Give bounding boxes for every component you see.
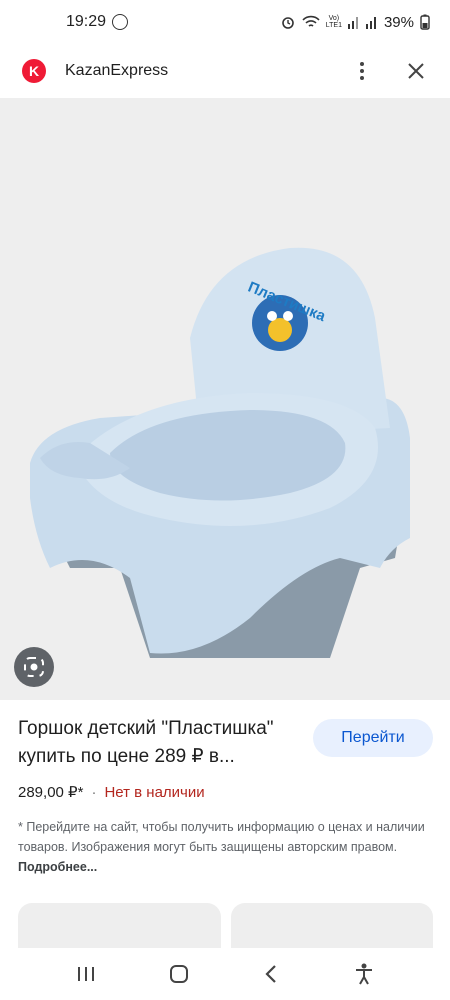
close-icon[interactable]: [404, 59, 428, 83]
price-row: 289,00 ₽* · Нет в наличии: [18, 783, 438, 802]
status-time: 19:29: [66, 13, 107, 30]
recent-apps-icon[interactable]: [71, 959, 101, 989]
potty-illustration: Пластишка: [30, 247, 410, 658]
disclaimer-text: * Перейдите на сайт, чтобы получить инфо…: [18, 820, 425, 854]
kazanexpress-logo: K: [22, 59, 46, 83]
back-icon[interactable]: [256, 959, 286, 989]
alarm-icon: [281, 17, 294, 29]
system-nav-bar: [0, 948, 450, 1000]
app-header: K KazanExpress: [0, 44, 450, 98]
viber-icon: [112, 14, 129, 30]
more-vert-icon[interactable]: [350, 59, 374, 83]
product-info: Горшок детский "Пластишка" купить по цен…: [18, 715, 438, 877]
battery-icon: [420, 14, 430, 30]
signal-2-icon: [365, 17, 376, 29]
product-price: 289,00 ₽*: [18, 784, 84, 801]
google-lens-icon[interactable]: [14, 647, 54, 687]
product-image[interactable]: Пластишка: [0, 98, 450, 700]
volte-label: Vo) LTE1: [326, 15, 342, 29]
app-title: KazanExpress: [65, 62, 169, 79]
signal-1-icon: [347, 17, 358, 29]
status-indicators: Vo) LTE1 39%: [280, 14, 430, 31]
accessibility-icon[interactable]: [349, 959, 379, 989]
volte-top: Vo): [328, 15, 340, 22]
wifi-icon: [302, 15, 320, 27]
status-bar: 19:29 Vo) LTE1 39%: [0, 0, 450, 44]
disclaimer: * Перейдите на сайт, чтобы получить инфо…: [18, 817, 428, 877]
volte-bottom: LTE1: [325, 22, 342, 29]
go-button[interactable]: Перейти: [313, 719, 433, 757]
more-link[interactable]: Подробнее...: [18, 860, 97, 874]
home-icon[interactable]: [164, 959, 194, 989]
product-title[interactable]: Горшок детский "Пластишка" купить по цен…: [18, 715, 308, 771]
price-separator: ·: [91, 783, 97, 801]
battery-level: 39%: [383, 13, 414, 31]
stock-status: Нет в наличии: [104, 783, 205, 801]
